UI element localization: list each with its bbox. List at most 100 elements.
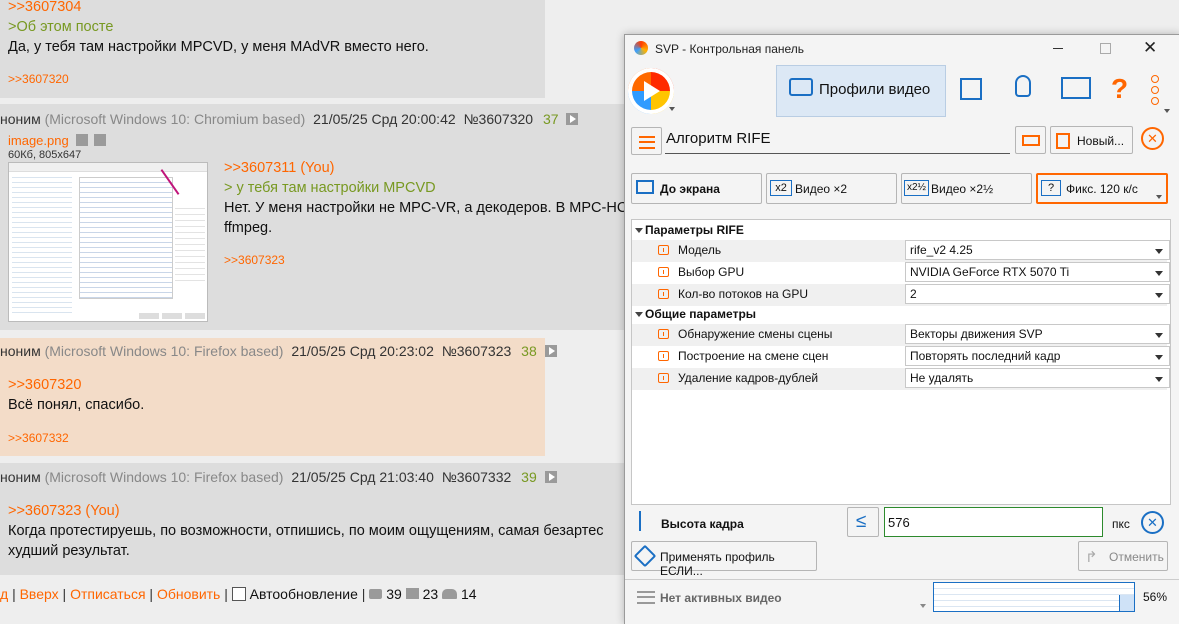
search-icon[interactable] bbox=[76, 134, 89, 146]
file-meta: 60Кб, 805x647 bbox=[8, 149, 82, 161]
post-header: ноним (Microsoft Windows 10: Chromium ba… bbox=[0, 111, 579, 127]
reply-count[interactable]: 37 bbox=[543, 111, 559, 127]
post-number[interactable]: №3607332 bbox=[442, 469, 512, 485]
comparison-operator-button[interactable]: ≤ bbox=[847, 507, 879, 537]
mode-video-x2half-button[interactable]: x2½ Видео ×2½ bbox=[901, 173, 1032, 204]
refresh-link[interactable]: Обновить bbox=[157, 586, 220, 602]
play-icon[interactable] bbox=[544, 471, 557, 483]
more-menu-icon[interactable] bbox=[1151, 75, 1159, 105]
post-number[interactable]: №3607323 bbox=[442, 343, 512, 359]
section-rife[interactable]: Параметры RIFE bbox=[632, 222, 1167, 240]
post-text-line2: худший результат. bbox=[8, 543, 130, 559]
question-mode-icon: ? bbox=[1041, 180, 1061, 196]
up-link[interactable]: Вверх bbox=[20, 586, 59, 602]
info-icon[interactable] bbox=[658, 373, 669, 383]
tab-video-profiles[interactable]: Профили видео bbox=[776, 65, 946, 117]
info-icon[interactable] bbox=[658, 351, 669, 361]
images-count: 23 bbox=[422, 586, 439, 602]
mode-to-screen-button[interactable]: До экрана bbox=[631, 173, 762, 204]
svp-window: SVP - Контрольная панель ✕ Профили видео… bbox=[624, 34, 1179, 624]
info-icon[interactable] bbox=[658, 289, 669, 299]
status-text: Нет активных видео bbox=[660, 591, 782, 605]
image-thumbnail[interactable] bbox=[8, 162, 208, 322]
reply-ref[interactable]: >>3607332 bbox=[8, 431, 69, 445]
param-select[interactable]: 2 bbox=[905, 284, 1170, 304]
post-date: 21/05/25 Срд 20:00:42 bbox=[313, 111, 456, 127]
section-label: Параметры RIFE bbox=[645, 223, 744, 237]
thumb-buttons bbox=[139, 313, 205, 319]
rename-profile-button[interactable] bbox=[1015, 126, 1046, 154]
minimize-icon[interactable] bbox=[1053, 48, 1063, 49]
param-select[interactable]: rife_v2 4.25 bbox=[905, 240, 1170, 260]
section-general[interactable]: Общие параметры bbox=[632, 306, 1167, 324]
new-profile-button[interactable]: Новый... bbox=[1050, 126, 1133, 154]
info-icon[interactable] bbox=[658, 329, 669, 339]
svp-logo-menu-icon[interactable] bbox=[628, 68, 674, 114]
posts-count: 39 bbox=[386, 586, 402, 602]
param-row[interactable]: Обнаружение смены сцены Векторы движения… bbox=[632, 324, 1170, 346]
screen-icon bbox=[636, 180, 654, 194]
frame-height-input[interactable]: 576 bbox=[884, 507, 1103, 537]
play-icon[interactable] bbox=[566, 113, 579, 125]
param-row[interactable]: Построение на смене сцен Повторять после… bbox=[632, 346, 1170, 368]
quote-label[interactable]: >Об этом посте bbox=[8, 17, 113, 37]
param-select[interactable]: Не удалять bbox=[905, 368, 1170, 388]
param-row[interactable]: Модель rife_v2 4.25 bbox=[632, 240, 1170, 262]
post-ref[interactable]: >>3607323 (You) bbox=[8, 501, 120, 521]
thumb-tree bbox=[12, 173, 72, 313]
os-info: (Microsoft Windows 10: Chromium based) bbox=[44, 111, 306, 127]
rename-icon bbox=[1022, 135, 1040, 146]
new-profile-icon bbox=[1056, 133, 1070, 149]
chevron-down-icon[interactable] bbox=[669, 107, 675, 111]
param-select[interactable]: Векторы движения SVP bbox=[905, 324, 1170, 344]
param-row[interactable]: Кол-во потоков на GPU 2 bbox=[632, 284, 1170, 306]
monitor-icon[interactable] bbox=[1061, 77, 1091, 99]
post-ref[interactable]: >>3607304 bbox=[8, 0, 81, 17]
reply-count[interactable]: 39 bbox=[521, 469, 537, 485]
post-ref[interactable]: >>3607320 bbox=[8, 375, 81, 395]
cancel-button[interactable]: ↱ Отменить bbox=[1078, 541, 1168, 571]
x2-icon: x2 bbox=[770, 180, 792, 196]
clear-condition-button[interactable]: ✕ bbox=[1141, 511, 1164, 534]
param-select[interactable]: Повторять последний кадр bbox=[905, 346, 1170, 366]
param-label: Обнаружение смены сцены bbox=[678, 327, 833, 341]
post-number[interactable]: №3607320 bbox=[464, 111, 534, 127]
title-bar[interactable]: SVP - Контрольная панель ✕ bbox=[625, 35, 1179, 63]
window-title: SVP - Контрольная панель bbox=[655, 42, 805, 56]
author: ноним bbox=[0, 343, 41, 359]
profile-menu-button[interactable] bbox=[631, 127, 662, 155]
delete-profile-button[interactable]: ✕ bbox=[1141, 127, 1164, 150]
close-icon[interactable]: ✕ bbox=[1143, 38, 1157, 58]
reply-ref[interactable]: >>3607323 bbox=[224, 253, 285, 267]
reply-count[interactable]: 38 bbox=[521, 343, 537, 359]
param-label: Кол-во потоков на GPU bbox=[678, 287, 808, 301]
footer-first-link[interactable]: д bbox=[0, 586, 8, 602]
param-select[interactable]: NVIDIA GeForce RTX 5070 Ti bbox=[905, 262, 1170, 282]
file-name[interactable]: image.png bbox=[8, 133, 69, 148]
param-row[interactable]: Удаление кадров-дублей Не удалять bbox=[632, 368, 1170, 390]
mode-fixed-120-button[interactable]: ? Фикс. 120 к/с bbox=[1036, 173, 1168, 204]
play-icon[interactable] bbox=[544, 345, 557, 357]
crop-icon[interactable] bbox=[960, 78, 982, 100]
quote-text: > у тебя там настройки MPCVD bbox=[224, 180, 436, 196]
lightbulb-icon[interactable] bbox=[1015, 75, 1031, 97]
profile-name-field[interactable]: Алгоритм RIFE bbox=[665, 127, 1010, 154]
param-label: Построение на смене сцен bbox=[678, 349, 829, 363]
param-row[interactable]: Выбор GPU NVIDIA GeForce RTX 5070 Ti bbox=[632, 262, 1170, 284]
parameters-panel: Параметры RIFE Модель rife_v2 4.25 Выбор… bbox=[631, 219, 1171, 505]
download-icon[interactable] bbox=[93, 134, 106, 146]
unsubscribe-link[interactable]: Отписаться bbox=[70, 586, 145, 602]
toolbar-chevron-icon[interactable] bbox=[1164, 109, 1170, 113]
reply-ref[interactable]: >>3607320 bbox=[8, 72, 69, 86]
maximize-icon[interactable] bbox=[1100, 43, 1111, 54]
autoupdate-checkbox[interactable] bbox=[231, 587, 246, 601]
mode-video-x2-button[interactable]: x2 Видео ×2 bbox=[766, 173, 897, 204]
post-ref[interactable]: >>3607311 (You) bbox=[224, 158, 334, 178]
info-icon[interactable] bbox=[658, 267, 669, 277]
help-icon[interactable]: ? bbox=[1111, 73, 1128, 105]
info-icon[interactable] bbox=[658, 245, 669, 255]
chevron-down-icon[interactable] bbox=[1156, 195, 1162, 199]
frame-height-value: 576 bbox=[888, 515, 910, 530]
apply-profile-if-button[interactable]: Применять профиль ЕСЛИ... bbox=[631, 541, 817, 578]
chevron-down-icon[interactable] bbox=[920, 604, 926, 608]
